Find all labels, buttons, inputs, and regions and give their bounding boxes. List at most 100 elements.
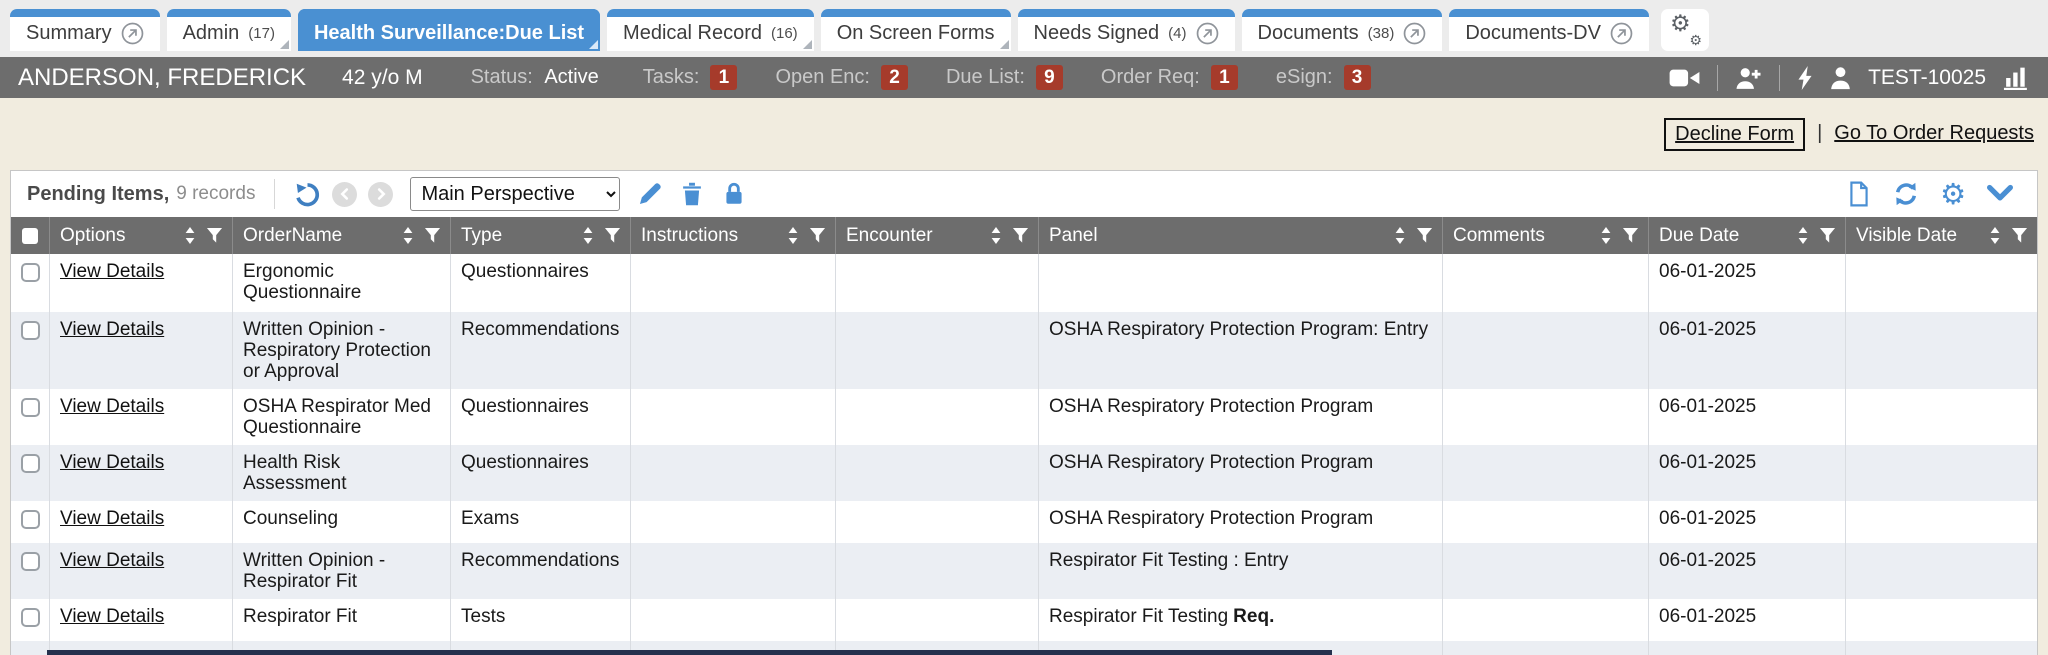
row-select-cell: [11, 599, 50, 641]
filter-icon[interactable]: [206, 227, 223, 244]
tab-label: Summary: [26, 22, 112, 45]
column-header[interactable]: Visible Date: [1846, 217, 2037, 254]
new-document-icon[interactable]: [1846, 181, 1872, 207]
view-details-link[interactable]: View Details: [60, 396, 164, 417]
view-details-link[interactable]: View Details: [60, 319, 164, 340]
lightning-icon[interactable]: [1797, 66, 1813, 90]
delete-icon[interactable]: [679, 181, 705, 207]
type-cell: Questionnaires: [451, 389, 631, 445]
tab-documents[interactable]: Documents (38): [1242, 9, 1443, 51]
sort-icon[interactable]: [1797, 226, 1809, 245]
undo-icon[interactable]: [294, 181, 321, 208]
tab-settings-button[interactable]: ⚙⚙: [1661, 9, 1709, 51]
column-header[interactable]: Comments: [1443, 217, 1649, 254]
instructions-cell: [631, 254, 836, 312]
row-checkbox[interactable]: [21, 552, 40, 571]
filter-icon[interactable]: [1622, 227, 1639, 244]
tab-on-screen-forms[interactable]: On Screen Forms: [821, 9, 1011, 51]
view-details-link[interactable]: View Details: [60, 508, 164, 529]
sort-icon[interactable]: [402, 226, 414, 245]
stat-badge[interactable]: 1: [710, 65, 737, 90]
open-in-new-icon[interactable]: [1610, 22, 1633, 45]
tab-summary[interactable]: Summary: [10, 9, 160, 51]
next-perspective-button[interactable]: [368, 182, 393, 207]
filter-icon[interactable]: [2011, 227, 2028, 244]
column-header[interactable]: Instructions: [631, 217, 836, 254]
stat: Order Req: 1: [1101, 65, 1238, 90]
filter-icon[interactable]: [809, 227, 826, 244]
table-row: View Details Respirator Fit Tests Respir…: [11, 599, 2037, 641]
refresh-icon[interactable]: [1893, 181, 1919, 207]
filter-icon[interactable]: [1416, 227, 1433, 244]
tab-medical-record[interactable]: Medical Record (16): [607, 9, 814, 51]
encounter-cell: [836, 543, 1039, 599]
open-in-new-icon[interactable]: [121, 22, 144, 45]
row-checkbox[interactable]: [21, 398, 40, 417]
select-all-checkbox[interactable]: [22, 228, 38, 244]
view-details-link[interactable]: View Details: [60, 452, 164, 473]
tab-documents-dv[interactable]: Documents-DV: [1449, 9, 1649, 51]
stat-badge[interactable]: 1: [1211, 65, 1238, 90]
column-header[interactable]: Encounter: [836, 217, 1039, 254]
tab-health-surveillance-due-list[interactable]: Health Surveillance:Due List: [298, 9, 600, 51]
table-row: View Details Health Risk Assessment Ques…: [11, 445, 2037, 501]
sort-icon[interactable]: [1394, 226, 1406, 245]
add-user-icon[interactable]: [1735, 66, 1762, 90]
column-header[interactable]: Due Date: [1649, 217, 1846, 254]
instructions-cell: [631, 501, 836, 543]
filter-icon[interactable]: [604, 227, 621, 244]
row-checkbox[interactable]: [21, 263, 40, 282]
go-to-order-requests-link[interactable]: Go To Order Requests: [1834, 118, 2034, 145]
view-details-link[interactable]: View Details: [60, 261, 164, 282]
column-label: Encounter: [846, 225, 990, 247]
sort-icon[interactable]: [990, 226, 1002, 245]
row-checkbox[interactable]: [21, 608, 40, 627]
column-header[interactable]: Options: [50, 217, 233, 254]
gear-icon[interactable]: ⚙: [1940, 180, 1966, 209]
divider: [1779, 65, 1780, 91]
stat-badge[interactable]: 3: [1344, 65, 1371, 90]
panel-text: Respirator Fit Testing : Entry: [1049, 550, 1288, 571]
prev-perspective-button[interactable]: [332, 182, 357, 207]
column-header[interactable]: OrderName: [233, 217, 451, 254]
patient-status: Status: Active: [471, 66, 599, 89]
encounter-cell: [836, 445, 1039, 501]
grid-tools: ⚙: [1846, 180, 2021, 209]
sort-icon[interactable]: [184, 226, 196, 245]
panel-cell: Respirator Fit TestingReq.: [1039, 599, 1443, 641]
encounter-cell: [836, 599, 1039, 641]
sort-icon[interactable]: [1989, 226, 2001, 245]
chevron-down-icon[interactable]: [1987, 181, 2013, 207]
column-header[interactable]: Type: [451, 217, 631, 254]
video-camera-icon[interactable]: [1669, 66, 1700, 90]
tab-admin[interactable]: Admin (17): [167, 9, 291, 51]
filter-icon[interactable]: [1819, 227, 1836, 244]
sort-icon[interactable]: [1600, 226, 1612, 245]
bar-chart-icon[interactable]: [2003, 66, 2030, 90]
stat-badge[interactable]: 2: [881, 65, 908, 90]
perspective-select[interactable]: Main Perspective: [410, 177, 620, 211]
edit-icon[interactable]: [637, 181, 663, 207]
row-checkbox[interactable]: [21, 510, 40, 529]
row-checkbox[interactable]: [21, 454, 40, 473]
sort-icon[interactable]: [582, 226, 594, 245]
stat-badge[interactable]: 9: [1036, 65, 1063, 90]
view-details-link[interactable]: View Details: [60, 550, 164, 571]
open-in-new-icon[interactable]: [1403, 22, 1426, 45]
user-icon[interactable]: [1830, 66, 1851, 90]
filter-icon[interactable]: [1012, 227, 1029, 244]
view-details-link[interactable]: View Details: [60, 606, 164, 627]
row-checkbox[interactable]: [21, 321, 40, 340]
tab-needs-signed[interactable]: Needs Signed (4): [1018, 9, 1235, 51]
type-cell: Tests: [451, 599, 631, 641]
filter-icon[interactable]: [424, 227, 441, 244]
visible-date-cell: [1846, 501, 2037, 543]
open-in-new-icon[interactable]: [1196, 22, 1219, 45]
horizontal-scrollbar-thumb[interactable]: [47, 650, 1332, 655]
encounter-cell: [836, 389, 1039, 445]
sort-icon[interactable]: [787, 226, 799, 245]
instructions-cell: [631, 543, 836, 599]
lock-icon[interactable]: [721, 181, 747, 207]
column-header[interactable]: Panel: [1039, 217, 1443, 254]
decline-form-link[interactable]: Decline Form: [1664, 118, 1805, 151]
